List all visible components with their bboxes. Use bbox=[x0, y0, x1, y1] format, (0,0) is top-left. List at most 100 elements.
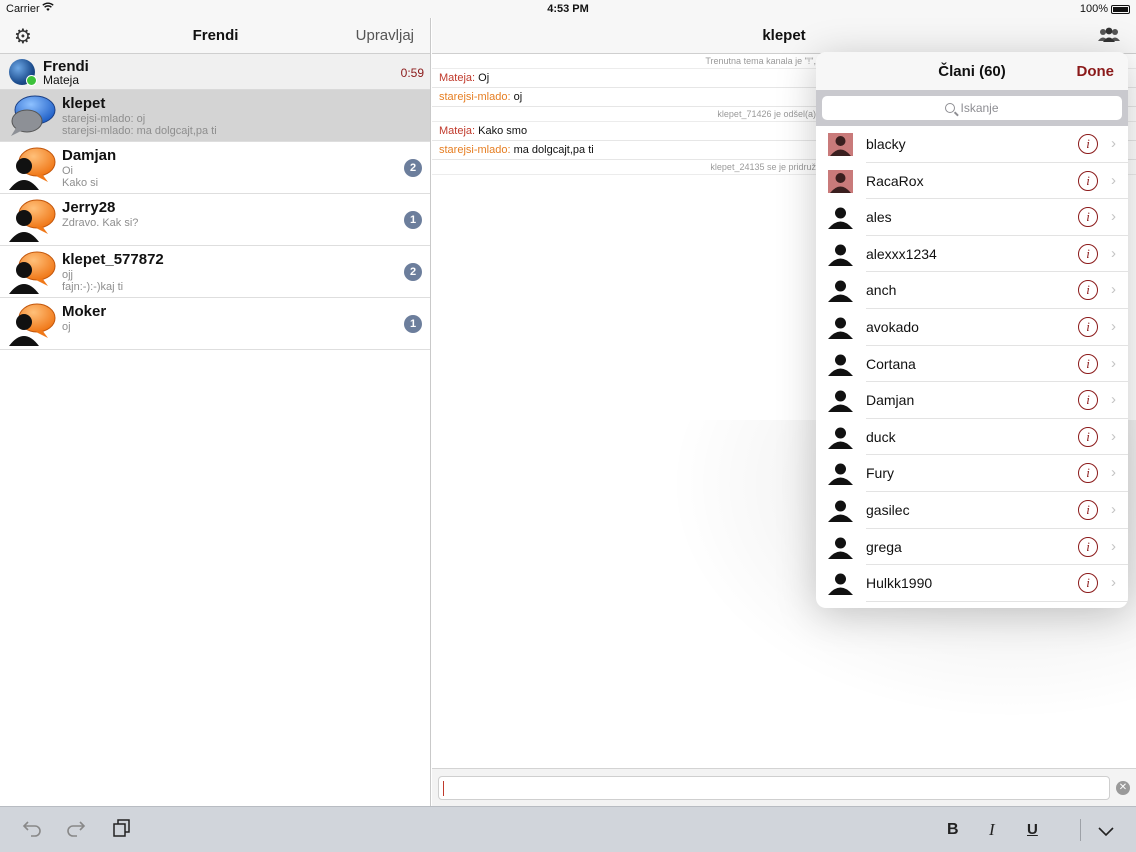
manage-button[interactable]: Upravljaj bbox=[356, 27, 414, 44]
chat-preview-line1: starejsi-mlado: oj bbox=[62, 113, 146, 125]
globe-icon bbox=[9, 59, 37, 86]
chevron-right-icon: › bbox=[1111, 244, 1116, 262]
member-row[interactable]: Fury i › bbox=[828, 455, 1128, 492]
underline-button[interactable]: U bbox=[1027, 821, 1038, 838]
chat-item-damjan[interactable]: Damjan Oi Kako si 2 bbox=[0, 142, 430, 194]
member-row[interactable]: alexxx1234 i › bbox=[828, 236, 1128, 273]
conversation-list-panel: ⚙ Frendi Upravljaj Frendi Mateja 0:59 kl… bbox=[0, 18, 431, 806]
search-icon bbox=[945, 103, 956, 113]
member-row[interactable]: blacky i › bbox=[828, 126, 1128, 163]
member-row[interactable]: Cortana i › bbox=[828, 346, 1128, 383]
member-name: Damjan bbox=[866, 392, 915, 409]
info-icon[interactable]: i bbox=[1078, 353, 1098, 374]
chat-item-jerry28[interactable]: Jerry28 Zdravo. Kak si? 1 bbox=[0, 194, 430, 246]
status-bar: Carrier 4:53 PM 100% bbox=[0, 0, 1136, 18]
user-silhouette-icon bbox=[828, 389, 853, 413]
online-status-icon bbox=[26, 75, 37, 86]
chat-item-moker[interactable]: Moker oj 1 bbox=[0, 298, 430, 350]
member-row[interactable]: ales i › bbox=[828, 199, 1128, 236]
info-icon[interactable]: i bbox=[1078, 280, 1098, 301]
info-icon[interactable]: i bbox=[1078, 536, 1098, 557]
chat-preview-line1: Zdravo. Kak si? bbox=[62, 217, 139, 229]
info-icon[interactable]: i bbox=[1078, 243, 1098, 264]
italic-button[interactable]: I bbox=[989, 820, 995, 840]
hide-keyboard-icon[interactable] bbox=[1097, 821, 1115, 843]
chat-list: klepet starejsi-mlado: oj starejsi-mlado: … bbox=[0, 90, 430, 350]
member-name: RacaRox bbox=[866, 172, 924, 189]
popover-header: Člani (60) Done bbox=[816, 52, 1128, 90]
done-button[interactable]: Done bbox=[1077, 63, 1115, 80]
message-sender[interactable]: starejsi-mlado bbox=[439, 144, 507, 156]
message-text: Kako smo bbox=[478, 125, 528, 137]
info-icon[interactable]: i bbox=[1078, 463, 1098, 484]
user-silhouette-icon bbox=[828, 572, 853, 596]
redo-icon[interactable] bbox=[66, 819, 86, 843]
user-silhouette-icon bbox=[828, 206, 853, 230]
chevron-right-icon: › bbox=[1111, 537, 1116, 555]
member-row[interactable]: duck i › bbox=[828, 419, 1128, 456]
member-row[interactable]: anch i › bbox=[828, 272, 1128, 309]
bold-button[interactable]: B bbox=[947, 821, 959, 839]
chevron-right-icon: › bbox=[1111, 574, 1116, 592]
battery-percent: 100% bbox=[1079, 3, 1108, 15]
info-icon[interactable]: i bbox=[1078, 170, 1098, 191]
chat-preview-line1: Oi bbox=[62, 165, 73, 177]
member-name: alexxx1234 bbox=[866, 245, 937, 262]
chat-item-klepet[interactable]: klepet starejsi-mlado: oj starejsi-mlado: … bbox=[0, 90, 430, 142]
chevron-right-icon: › bbox=[1111, 391, 1116, 409]
toolbar-divider bbox=[1080, 819, 1081, 841]
orange-person-icon bbox=[8, 198, 56, 242]
member-name: avokado bbox=[866, 318, 919, 335]
user-silhouette-icon bbox=[828, 353, 853, 376]
message-sender[interactable]: starejsi-mlado bbox=[439, 91, 507, 103]
unread-badge: 1 bbox=[404, 315, 422, 333]
avatar-photo bbox=[828, 169, 853, 193]
unread-badge: 1 bbox=[404, 211, 422, 229]
left-nav-bar: ⚙ Frendi Upravljaj bbox=[0, 18, 430, 54]
paste-icon[interactable] bbox=[113, 819, 131, 843]
member-name: duck bbox=[866, 428, 896, 445]
chat-item-klepet_577872[interactable]: klepet_577872 ojj fajn:-):-)kaj ti 2 bbox=[0, 246, 430, 298]
undo-icon[interactable] bbox=[22, 819, 42, 843]
member-row[interactable]: Damjan i › bbox=[828, 382, 1128, 419]
member-row[interactable]: gasilec i › bbox=[828, 492, 1128, 529]
clock: 4:53 PM bbox=[547, 3, 589, 15]
info-icon[interactable]: i bbox=[1078, 134, 1098, 154]
info-icon[interactable]: i bbox=[1078, 573, 1098, 594]
member-name: gasilec bbox=[866, 501, 910, 518]
info-icon[interactable]: i bbox=[1078, 316, 1098, 337]
chat-preview-line2: Kako si bbox=[62, 177, 99, 189]
unread-badge: 2 bbox=[404, 263, 422, 281]
message-sender[interactable]: Mateja bbox=[439, 125, 472, 137]
info-icon[interactable]: i bbox=[1078, 426, 1098, 447]
chevron-right-icon: › bbox=[1111, 317, 1116, 335]
chat-name: klepet bbox=[62, 95, 106, 112]
user-silhouette-icon bbox=[828, 499, 853, 522]
unread-badge: 2 bbox=[404, 159, 422, 177]
chevron-right-icon: › bbox=[1111, 208, 1116, 226]
info-icon[interactable]: i bbox=[1078, 390, 1098, 411]
member-row[interactable]: RacaRox i › bbox=[828, 163, 1128, 200]
member-name: ales bbox=[866, 209, 892, 226]
members-icon[interactable] bbox=[1098, 26, 1120, 44]
info-icon[interactable]: i bbox=[1078, 499, 1098, 520]
member-name: Fury bbox=[866, 465, 894, 482]
message-input[interactable] bbox=[438, 776, 1110, 800]
account-user: Mateja bbox=[43, 73, 80, 87]
member-name: blacky bbox=[866, 136, 906, 152]
message-sender[interactable]: Mateja bbox=[439, 72, 472, 84]
chat-name: klepet_577872 bbox=[62, 251, 164, 268]
member-row[interactable]: Hulkk1990 i › bbox=[828, 565, 1128, 602]
search-input[interactable]: Iskanje bbox=[822, 96, 1122, 120]
member-name: Hulkk1990 bbox=[866, 575, 933, 592]
member-name: grega bbox=[866, 538, 902, 555]
account-row[interactable]: Frendi Mateja 0:59 bbox=[0, 54, 430, 90]
member-row[interactable]: avokado i › bbox=[828, 309, 1128, 346]
user-silhouette-icon bbox=[828, 536, 853, 559]
clear-icon[interactable]: ✕ bbox=[1116, 781, 1130, 795]
member-list: blacky i › RacaRox i › ales i › alexxx1234 i › anch i… bbox=[816, 126, 1128, 602]
chat-name: Damjan bbox=[62, 147, 117, 164]
member-row[interactable]: grega i › bbox=[828, 529, 1128, 566]
info-icon[interactable]: i bbox=[1078, 207, 1098, 228]
keyboard-toolbar: B I U bbox=[0, 806, 1136, 852]
